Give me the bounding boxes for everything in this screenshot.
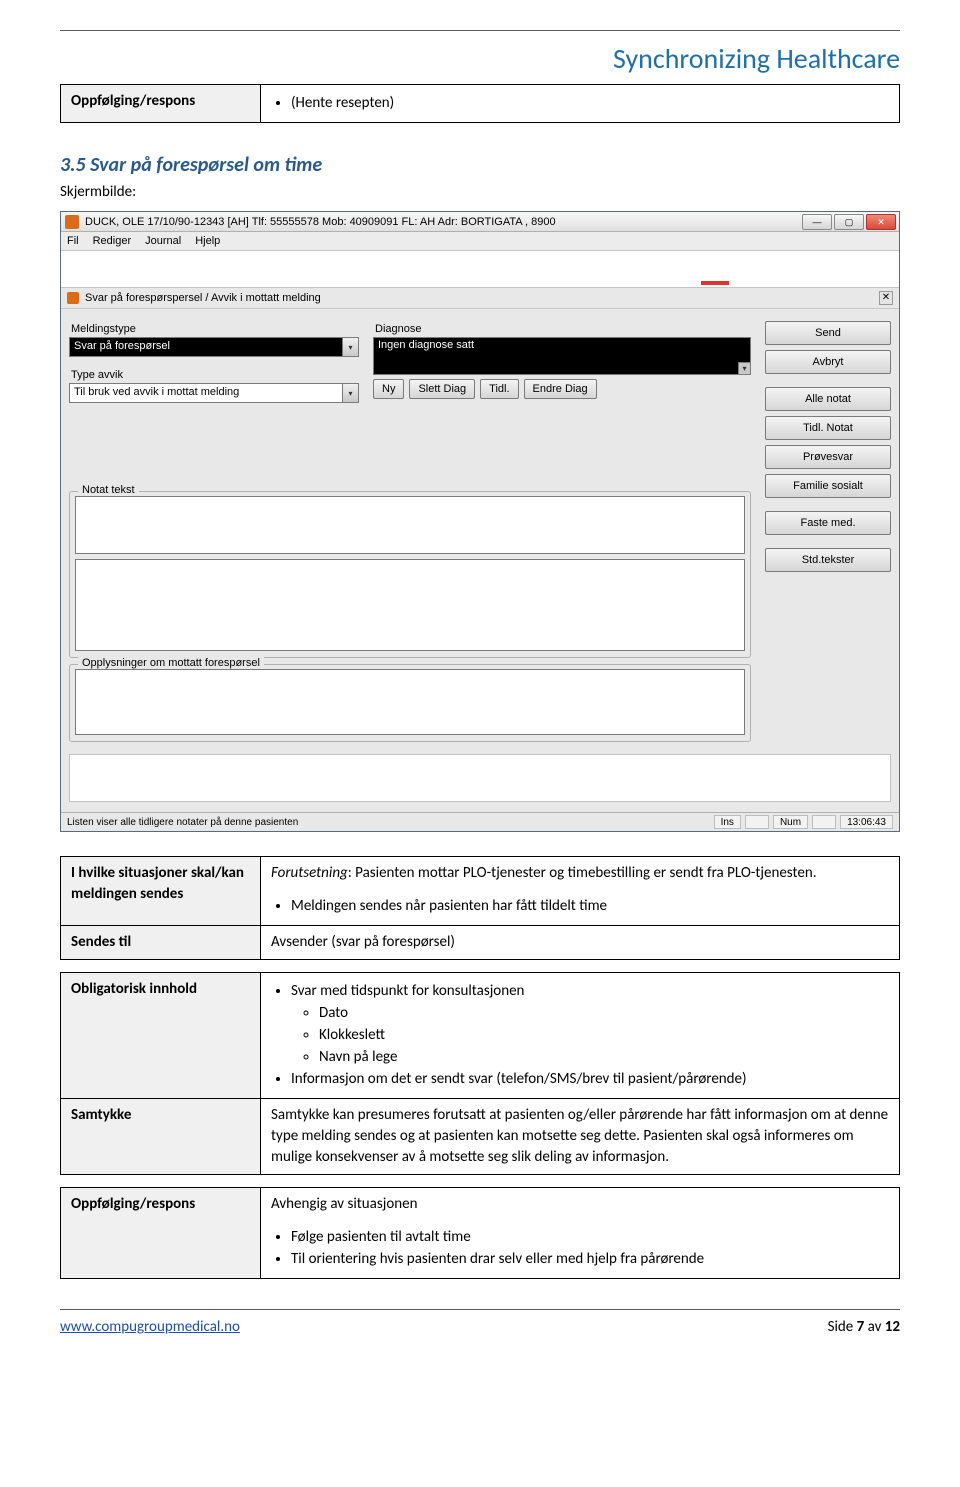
window-title: DUCK, OLE 17/10/90-12343 [AH] Tlf: 55555… bbox=[85, 216, 556, 228]
meldingstype-value: Svar på forespørsel bbox=[70, 338, 342, 356]
menu-journal[interactable]: Journal bbox=[145, 235, 181, 247]
menubar: Fil Rediger Journal Hjelp bbox=[61, 232, 899, 251]
familie-sosialt-button[interactable]: Familie sosialt bbox=[765, 474, 891, 498]
panel-header: Svar på forespørspersel / Avvik i mottat… bbox=[61, 287, 899, 309]
status-blank-1 bbox=[745, 815, 769, 829]
menu-hjelp[interactable]: Hjelp bbox=[195, 235, 220, 247]
app-logo-icon bbox=[65, 215, 79, 229]
row3-sub2: Klokkeslett bbox=[319, 1025, 889, 1046]
row5-b1: Følge pasienten til avtalt time bbox=[291, 1227, 889, 1248]
status-ins: Ins bbox=[714, 815, 741, 829]
status-text: Listen viser alle tidligere notater på d… bbox=[67, 817, 298, 828]
row2-label: Sendes til bbox=[61, 926, 261, 960]
menu-fil[interactable]: Fil bbox=[67, 235, 79, 247]
send-button[interactable]: Send bbox=[765, 321, 891, 345]
provesvar-button[interactable]: Prøvesvar bbox=[765, 445, 891, 469]
avbryt-button[interactable]: Avbryt bbox=[765, 350, 891, 374]
slett-diag-button[interactable]: Slett Diag bbox=[409, 379, 475, 399]
notat-legend: Notat tekst bbox=[78, 484, 139, 496]
titlebar: DUCK, OLE 17/10/90-12343 [AH] Tlf: 55555… bbox=[61, 212, 899, 232]
panel-logo-icon bbox=[67, 292, 79, 304]
endre-diag-button[interactable]: Endre Diag bbox=[524, 379, 597, 399]
status-blank-2 bbox=[812, 815, 836, 829]
opplysninger-legend: Opplysninger om mottatt forespørsel bbox=[78, 657, 264, 669]
diagnose-label: Diagnose bbox=[375, 323, 751, 335]
notat-fieldset: Notat tekst bbox=[69, 491, 751, 658]
main-table: I hvilke situasjoner skal/kan meldingen … bbox=[60, 856, 900, 1279]
row5-value: Avhengig av situasjonen Følge pasienten … bbox=[261, 1188, 900, 1279]
alle-notat-button[interactable]: Alle notat bbox=[765, 387, 891, 411]
tidl-notat-button[interactable]: Tidl. Notat bbox=[765, 416, 891, 440]
row5-b2: Til orientering hvis pasienten drar selv… bbox=[291, 1249, 889, 1270]
chevron-down-icon bbox=[342, 338, 358, 356]
app-window: DUCK, OLE 17/10/90-12343 [AH] Tlf: 55555… bbox=[60, 211, 900, 832]
top-table-label: Oppfølging/respons bbox=[61, 85, 261, 123]
panel-title: Svar på forespørspersel / Avvik i mottat… bbox=[85, 292, 321, 304]
notat-upper-textarea[interactable] bbox=[75, 496, 745, 554]
red-marker-icon bbox=[701, 281, 729, 285]
meldingstype-label: Meldingstype bbox=[71, 323, 359, 335]
status-time: 13:06:43 bbox=[840, 815, 893, 829]
menu-rediger[interactable]: Rediger bbox=[93, 235, 132, 247]
opplysninger-textarea[interactable] bbox=[75, 669, 745, 735]
top-table: Oppfølging/respons (Hente resepten) bbox=[60, 84, 900, 123]
row4-label: Samtykke bbox=[61, 1099, 261, 1175]
typeavvik-select[interactable]: Til bruk ved avvik i mottat melding bbox=[69, 383, 359, 403]
notat-lower-textarea[interactable] bbox=[75, 559, 745, 651]
chevron-down-icon bbox=[342, 384, 358, 402]
tidl-button[interactable]: Tidl. bbox=[480, 379, 518, 399]
statusbar: Listen viser alle tidligere notater på d… bbox=[61, 812, 899, 831]
row3-b2: Informasjon om det er sendt svar (telefo… bbox=[291, 1069, 889, 1090]
typeavvik-value: Til bruk ved avvik i mottat melding bbox=[70, 384, 342, 402]
top-table-value-cell: (Hente resepten) bbox=[261, 85, 900, 123]
row4-value: Samtykke kan presumeres forutsatt at pas… bbox=[261, 1099, 900, 1175]
minimize-button[interactable]: — bbox=[802, 214, 832, 230]
opplysninger-fieldset: Opplysninger om mottatt forespørsel bbox=[69, 664, 751, 742]
chevron-down-icon: ▾ bbox=[738, 362, 750, 374]
ny-button[interactable]: Ny bbox=[373, 379, 404, 399]
toolbar-strip bbox=[61, 251, 899, 287]
panel-close-button[interactable]: ✕ bbox=[879, 291, 893, 305]
maximize-button[interactable]: ▢ bbox=[834, 214, 864, 230]
row3-sub1: Dato bbox=[319, 1003, 889, 1024]
row3-value: Svar med tidspunkt for konsultasjonen Da… bbox=[261, 973, 900, 1099]
section-heading: 3.5 Svar på forespørsel om time bbox=[60, 153, 900, 177]
diagnose-value: Ingen diagnose satt bbox=[378, 339, 474, 351]
std-tekster-button[interactable]: Std.tekster bbox=[765, 548, 891, 572]
row1-label: I hvilke situasjoner skal/kan meldingen … bbox=[61, 857, 261, 926]
diagnose-list[interactable]: Ingen diagnose satt ▾ bbox=[373, 337, 751, 375]
section-caption: Skjermbilde: bbox=[60, 183, 900, 201]
faste-med-button[interactable]: Faste med. bbox=[765, 511, 891, 535]
page-header-title: Synchronizing Healthcare bbox=[60, 41, 900, 76]
row3-sub3: Navn på lege bbox=[319, 1047, 889, 1068]
footer: www.compugroupmedical.no Side 7 av 12 bbox=[60, 1309, 900, 1336]
footer-link[interactable]: www.compugroupmedical.no bbox=[60, 1318, 240, 1336]
top-table-value: (Hente resepten) bbox=[291, 93, 889, 114]
row2-value: Avsender (svar på forespørsel) bbox=[261, 926, 900, 960]
footer-page: Side 7 av 12 bbox=[828, 1318, 900, 1336]
row5-label: Oppfølging/respons bbox=[61, 1188, 261, 1279]
row3-b1: Svar med tidspunkt for konsultasjonen Da… bbox=[291, 981, 889, 1068]
row1-value: Forutsetning: Pasienten mottar PLO-tjene… bbox=[261, 857, 900, 926]
bottom-list-area bbox=[69, 754, 891, 802]
row3-label: Obligatorisk innhold bbox=[61, 973, 261, 1099]
row1-bullet: Meldingen sendes når pasienten har fått … bbox=[291, 896, 889, 917]
typeavvik-label: Type avvik bbox=[71, 369, 359, 381]
meldingstype-select[interactable]: Svar på forespørsel bbox=[69, 337, 359, 357]
close-button[interactable]: ✕ bbox=[866, 214, 896, 230]
status-num: Num bbox=[773, 815, 808, 829]
